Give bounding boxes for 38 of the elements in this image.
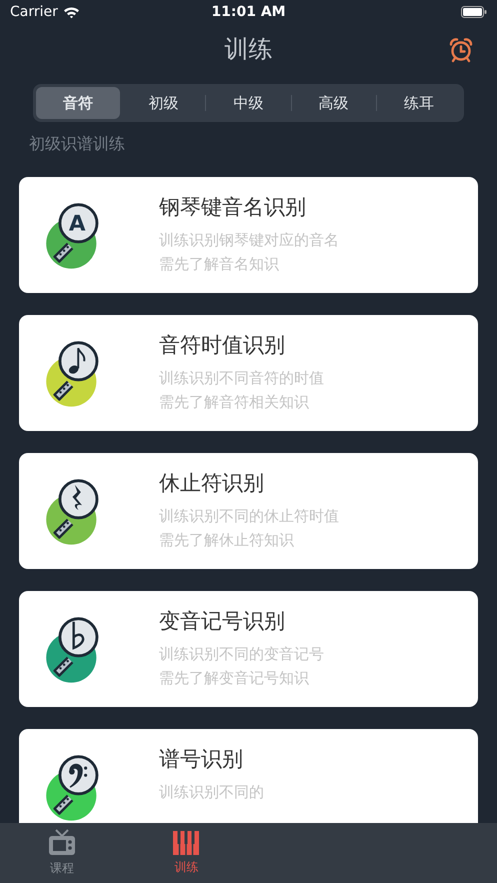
card-description: 训练识别不同的 bbox=[159, 782, 264, 803]
card-title: 谱号识别 bbox=[159, 746, 244, 773]
training-card[interactable]: 变音记号识别 训练识别不同的变音记号 需先了解变音记号知识 bbox=[19, 591, 478, 707]
segment-tab[interactable]: 初级 bbox=[121, 87, 206, 119]
segment-tab[interactable]: 练耳 bbox=[376, 87, 462, 119]
card-title: 休止符识别 bbox=[159, 470, 265, 497]
card-description: 训练识别钢琴键对应的音名 bbox=[159, 230, 339, 251]
training-card[interactable]: A 钢琴键音名识别 训练识别钢琴键对应的音名 需先了解音名知识 bbox=[19, 177, 478, 293]
carrier-label: Carrier bbox=[10, 4, 58, 20]
section-title: 初级识谱训练 bbox=[29, 134, 125, 155]
segment-tab[interactable]: 高级 bbox=[292, 87, 376, 119]
magnifier-icon bbox=[46, 617, 98, 683]
card-title: 变音记号识别 bbox=[159, 608, 286, 635]
card-description: 训练识别不同的休止符时值 bbox=[159, 506, 339, 527]
training-card[interactable]: 谱号识别 训练识别不同的 bbox=[19, 729, 478, 823]
segment-tab[interactable]: 中级 bbox=[206, 87, 291, 119]
training-card[interactable]: 音符时值识别 训练识别不同音符的时值 需先了解音符相关知识 bbox=[19, 315, 478, 431]
training-card[interactable]: 休止符识别 训练识别不同的休止符时值 需先了解休止符知识 bbox=[19, 453, 478, 569]
tv-icon bbox=[47, 829, 78, 857]
page-title: 训练 bbox=[224, 34, 272, 65]
card-description: 需先了解变音记号知识 bbox=[159, 668, 310, 689]
card-description: 训练识别不同音符的时值 bbox=[159, 368, 324, 389]
clock-time: 11:01 AM bbox=[211, 4, 286, 20]
card-title: 音符时值识别 bbox=[159, 332, 286, 359]
piano-icon bbox=[172, 830, 200, 856]
card-description: 需先了解休止符知识 bbox=[159, 530, 295, 551]
card-title: 钢琴键音名识别 bbox=[159, 194, 307, 221]
card-description: 需先了解音名知识 bbox=[159, 254, 280, 275]
battery-icon bbox=[461, 6, 487, 18]
magnifier-icon bbox=[46, 341, 98, 407]
alarm-clock-icon[interactable] bbox=[447, 36, 475, 64]
segment-tab[interactable]: 音符 bbox=[36, 87, 120, 119]
magnifier-icon bbox=[46, 479, 98, 545]
magnifier-icon bbox=[46, 755, 98, 821]
card-description: 训练识别不同的变音记号 bbox=[159, 644, 324, 665]
wifi-icon bbox=[62, 6, 80, 18]
tab-bar-item[interactable]: 课程 bbox=[0, 823, 124, 883]
card-description: 需先了解音符相关知识 bbox=[159, 392, 310, 413]
